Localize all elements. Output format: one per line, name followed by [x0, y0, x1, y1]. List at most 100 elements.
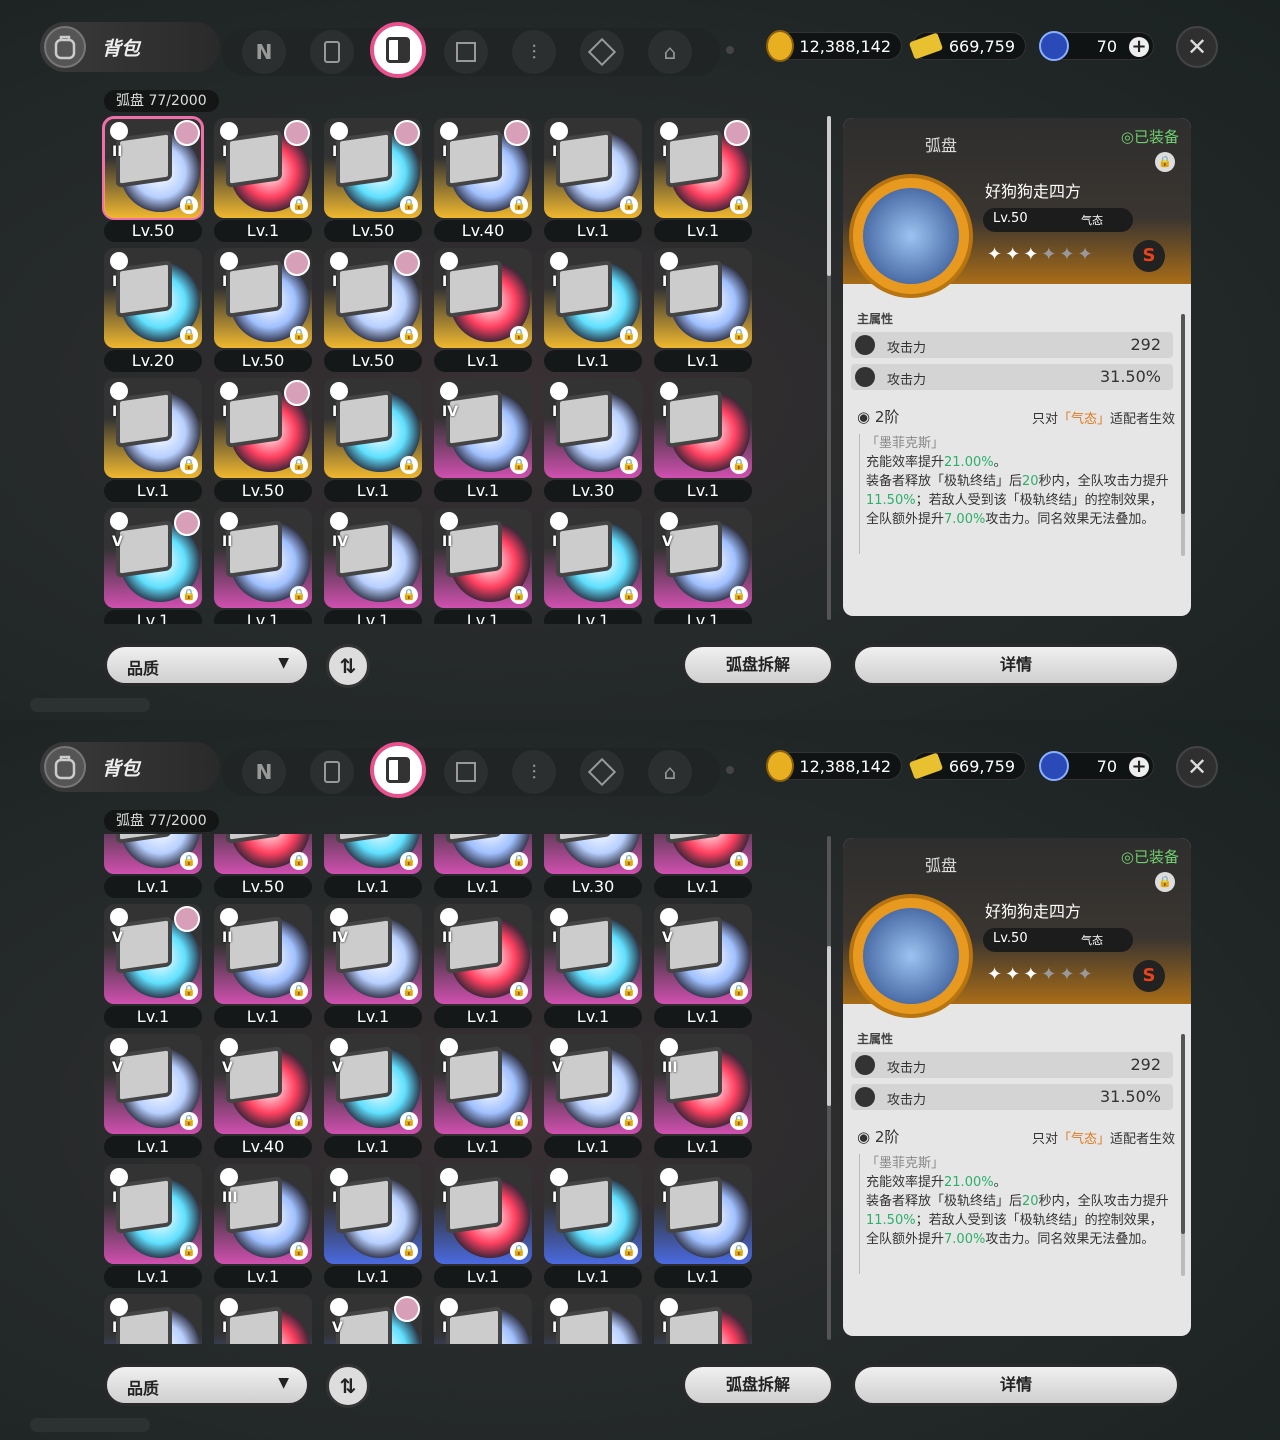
disc-card[interactable]: I 🔒 Lv.1: [544, 118, 642, 242]
lock-icon[interactable]: 🔒: [1155, 152, 1175, 172]
disc-card[interactable]: I 🔒 Lv.1: [654, 1164, 752, 1288]
disc-card[interactable]: V 🔒 Lv.1: [104, 508, 202, 624]
case-icon: [666, 916, 722, 974]
disc-card[interactable]: I 🔒 Lv.50: [214, 248, 312, 372]
disc-card[interactable]: II 🔒 Lv.1: [434, 508, 532, 624]
disc-card[interactable]: I 🔒 Lv.1: [214, 118, 312, 242]
details-button[interactable]: 详情: [852, 644, 1180, 686]
disc-card[interactable]: I🔒: [434, 1294, 532, 1344]
disc-card[interactable]: I 🔒 Lv.1: [434, 1034, 532, 1158]
grid-scrollbar[interactable]: [827, 836, 831, 1340]
disc-card[interactable]: V 🔒 Lv.40: [214, 1034, 312, 1158]
tab-n-logo[interactable]: N: [242, 30, 286, 74]
disc-medal: [849, 894, 973, 1018]
disc-card[interactable]: V🔒: [324, 1294, 422, 1344]
grid-scrollbar[interactable]: [827, 116, 831, 620]
detail-scroll-thumb[interactable]: [1181, 314, 1185, 514]
disc-card[interactable]: II 🔒 Lv.1: [214, 904, 312, 1028]
disc-card[interactable]: V 🔒 Lv.1: [104, 1034, 202, 1158]
disc-card[interactable]: 🔒 Lv.30: [544, 834, 642, 898]
disc-card[interactable]: V 🔒 Lv.1: [104, 904, 202, 1028]
dismantle-button[interactable]: 弧盘拆解: [682, 1364, 834, 1406]
disc-card[interactable]: I 🔒 Lv.50: [324, 248, 422, 372]
disc-card[interactable]: I 🔒 Lv.1: [544, 248, 642, 372]
disc-card[interactable]: III 🔒 Lv.1: [654, 1034, 752, 1158]
disc-card[interactable]: III 🔒 Lv.1: [214, 1164, 312, 1288]
disc-card[interactable]: I 🔒 Lv.50: [214, 378, 312, 502]
disc-card[interactable]: I 🔒 Lv.1: [434, 1164, 532, 1288]
disc-card[interactable]: 🔒 Lv.1: [324, 834, 422, 898]
close-button[interactable]: ✕: [1176, 746, 1218, 788]
quality-filter-dropdown[interactable]: 品质 ▼: [104, 1364, 310, 1406]
tab-gameboy[interactable]: [310, 30, 354, 74]
tab-cube[interactable]: [444, 30, 488, 74]
disc-card[interactable]: I 🔒 Lv.1: [324, 378, 422, 502]
disc-card-art: 🔒: [324, 834, 422, 874]
disc-card[interactable]: I 🔒 Lv.1: [544, 904, 642, 1028]
tab-disc-drive[interactable]: [370, 742, 426, 798]
add-energy-button[interactable]: +: [1129, 37, 1149, 57]
disc-card[interactable]: I 🔒 Lv.1: [104, 1164, 202, 1288]
attribute-icon: [660, 122, 678, 140]
disc-card[interactable]: IV 🔒 Lv.1: [324, 508, 422, 624]
disc-card[interactable]: I🔒: [214, 1294, 312, 1344]
disc-card[interactable]: IV 🔒 Lv.1: [434, 378, 532, 502]
disc-card[interactable]: 🔒 Lv.1: [434, 834, 532, 898]
detail-scrollbar[interactable]: [1181, 1034, 1185, 1276]
tab-gameboy[interactable]: [310, 750, 354, 794]
detail-scrollbar[interactable]: [1181, 314, 1185, 556]
disc-card[interactable]: I🔒: [104, 1294, 202, 1344]
tab-box[interactable]: [580, 750, 624, 794]
close-button[interactable]: ✕: [1176, 26, 1218, 68]
disc-card[interactable]: 🔒 Lv.50: [214, 834, 312, 898]
tab-n-logo[interactable]: N: [242, 750, 286, 794]
disc-card[interactable]: I🔒: [544, 1294, 642, 1344]
disc-card[interactable]: I 🔒 Lv.50: [324, 118, 422, 242]
disc-card[interactable]: V 🔒 Lv.1: [544, 1034, 642, 1158]
case-icon: [666, 130, 722, 188]
tab-food[interactable]: ⫶: [512, 30, 556, 74]
disc-card[interactable]: I 🔒 Lv.40: [434, 118, 532, 242]
disc-card[interactable]: I 🔒 Lv.30: [544, 378, 642, 502]
lock-icon: 🔒: [180, 982, 198, 1000]
details-button[interactable]: 详情: [852, 1364, 1180, 1406]
disc-card[interactable]: IV 🔒 Lv.1: [324, 904, 422, 1028]
tab-food[interactable]: ⫶: [512, 750, 556, 794]
disc-card[interactable]: V 🔒 Lv.1: [654, 904, 752, 1028]
lock-icon: 🔒: [620, 1112, 638, 1130]
sort-button[interactable]: ⇅: [326, 644, 370, 688]
lock-icon: 🔒: [730, 196, 748, 214]
disc-card[interactable]: V 🔒 Lv.1: [654, 508, 752, 624]
case-icon: [556, 916, 612, 974]
disc-level: Lv.1: [324, 1006, 422, 1028]
disc-card[interactable]: V 🔒 Lv.1: [324, 1034, 422, 1158]
disc-card[interactable]: 🔒 Lv.1: [654, 834, 752, 898]
disc-card[interactable]: I 🔒 Lv.1: [654, 118, 752, 242]
disc-card[interactable]: I🔒: [654, 1294, 752, 1344]
tab-cube[interactable]: [444, 750, 488, 794]
disc-card[interactable]: I 🔒 Lv.20: [104, 248, 202, 372]
tab-box[interactable]: [580, 30, 624, 74]
disc-card[interactable]: II 🔒 Lv.1: [434, 904, 532, 1028]
disc-card[interactable]: II 🔒 Lv.50: [102, 116, 204, 242]
detail-scroll-thumb[interactable]: [1181, 1034, 1185, 1234]
grid-scroll-thumb[interactable]: [827, 946, 831, 1106]
sort-button[interactable]: ⇅: [326, 1364, 370, 1408]
add-energy-button[interactable]: +: [1129, 757, 1149, 777]
disc-card[interactable]: II 🔒 Lv.1: [214, 508, 312, 624]
disc-card[interactable]: I 🔒 Lv.1: [324, 1164, 422, 1288]
lock-icon[interactable]: 🔒: [1155, 872, 1175, 892]
grid-scroll-thumb[interactable]: [827, 116, 831, 276]
tab-home[interactable]: ⌂: [648, 30, 692, 74]
disc-card[interactable]: 🔒 Lv.1: [104, 834, 202, 898]
tab-home[interactable]: ⌂: [648, 750, 692, 794]
disc-card[interactable]: I 🔒 Lv.1: [654, 378, 752, 502]
disc-card[interactable]: I 🔒 Lv.1: [544, 508, 642, 624]
tab-disc-drive[interactable]: [370, 22, 426, 78]
disc-card[interactable]: I 🔒 Lv.1: [434, 248, 532, 372]
disc-card[interactable]: I 🔒 Lv.1: [104, 378, 202, 502]
disc-card[interactable]: I 🔒 Lv.1: [654, 248, 752, 372]
disc-card[interactable]: I 🔒 Lv.1: [544, 1164, 642, 1288]
dismantle-button[interactable]: 弧盘拆解: [682, 644, 834, 686]
quality-filter-dropdown[interactable]: 品质 ▼: [104, 644, 310, 686]
